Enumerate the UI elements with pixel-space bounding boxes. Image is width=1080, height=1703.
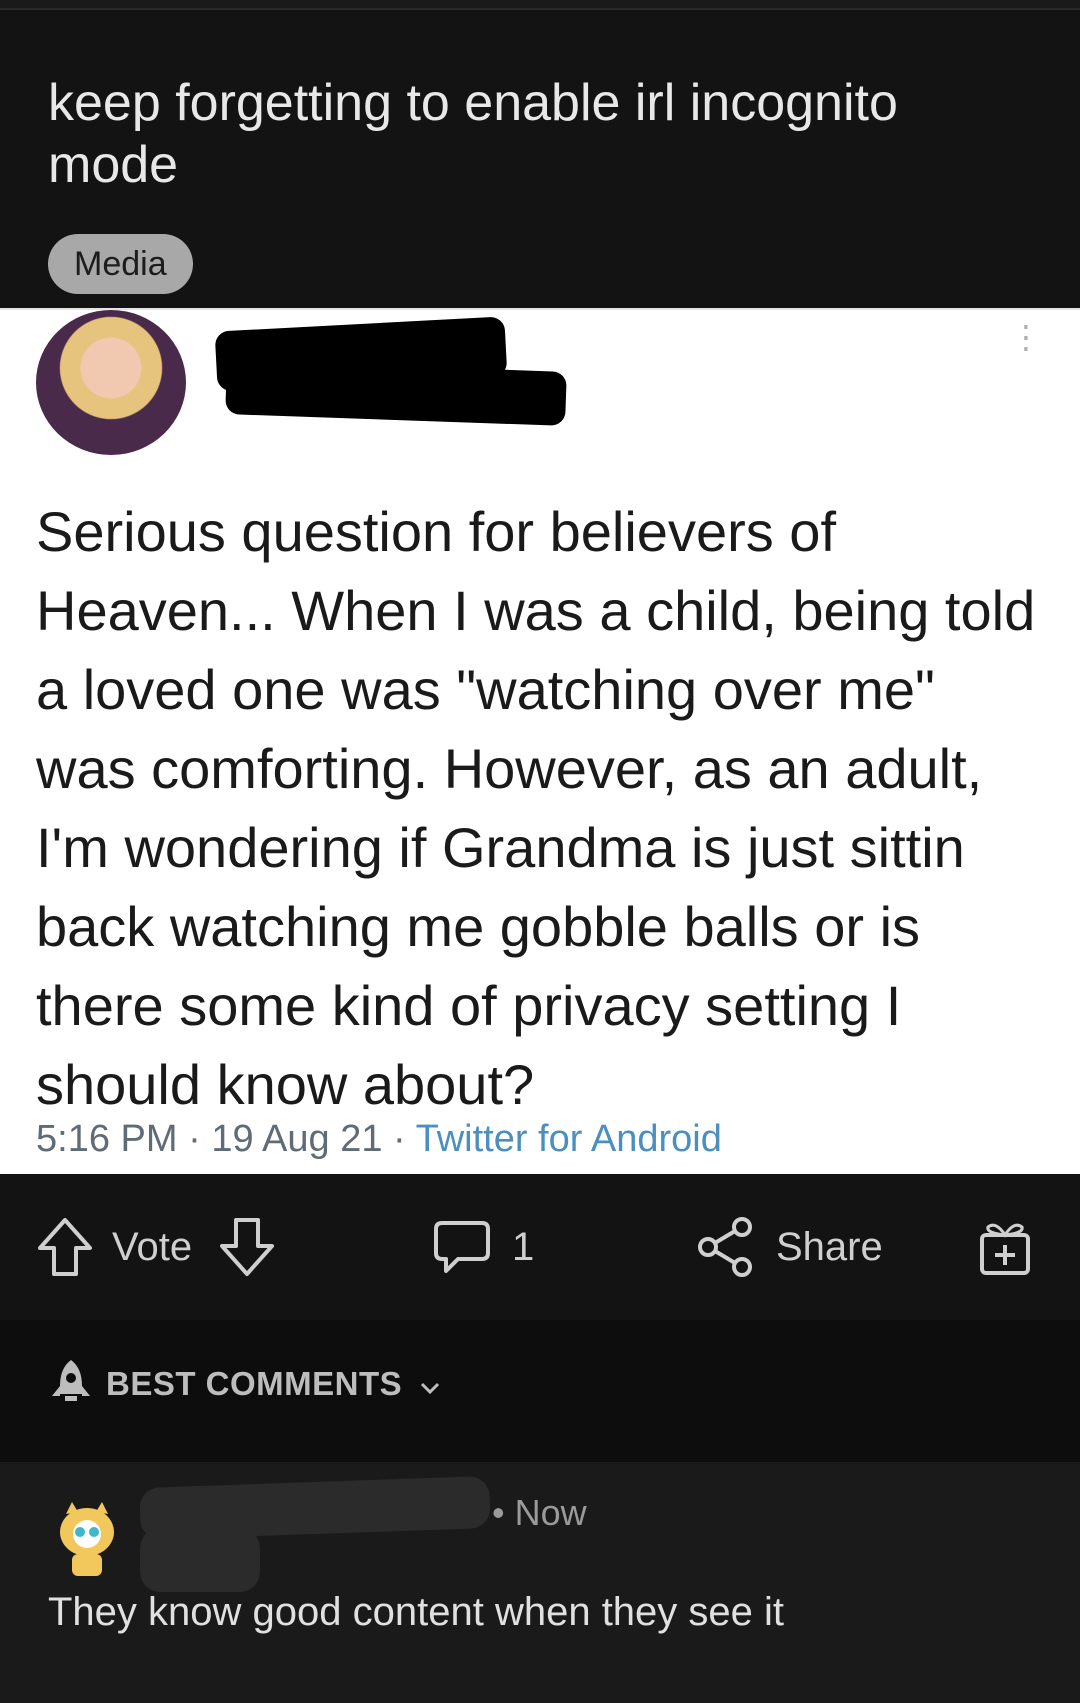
vote-label: Vote [112,1224,193,1269]
chevron-down-icon [420,1365,440,1403]
tweet-author-avatar [36,310,186,455]
commenter-avatar[interactable] [56,1498,118,1578]
comment-time: • Now [492,1492,587,1533]
post-header: keep forgetting to enable irl incognito … [0,10,1080,308]
post-action-bar: Vote 1 Share [0,1174,1080,1320]
flair-badge[interactable]: Media [48,234,193,294]
comment-body: They know good content when they see it [48,1590,785,1634]
post-title[interactable]: keep forgetting to enable irl incognito … [48,72,1008,196]
tweet-source: Twitter for Android [415,1118,722,1160]
vote-group: Vote [36,1174,276,1320]
rocket-icon [48,1356,94,1412]
gift-icon [976,1217,1034,1277]
tweet-time: 5:16 PM [36,1118,178,1160]
meta-separator: · [393,1118,406,1160]
downvote-icon[interactable] [218,1216,276,1278]
post-media-image[interactable]: ⋮ Serious question for believers of Heav… [0,308,1080,1176]
share-label: Share [776,1224,883,1269]
share-button[interactable]: Share [696,1174,883,1320]
comment-sort-dropdown[interactable]: BEST COMMENTS [48,1356,440,1412]
comment-icon [432,1217,492,1277]
redacted-username-2 [140,1528,260,1592]
award-button[interactable] [976,1174,1034,1320]
meta-separator: · [188,1118,201,1160]
comments-button[interactable]: 1 [432,1174,534,1320]
sort-label: BEST COMMENTS [106,1365,403,1402]
tweet-text: Serious question for believers of Heaven… [36,500,1036,1116]
comment-count: 1 [512,1224,535,1269]
comment-item: • Now They know good content when they s… [0,1462,1080,1703]
more-options-icon: ⋮ [1010,319,1042,355]
tweet-meta: 5:16 PM · 19 Aug 21 · Twitter for Androi… [36,1118,722,1161]
redacted-handle [225,360,567,426]
tweet-date: 19 Aug 21 [211,1118,383,1160]
upvote-icon[interactable] [36,1216,94,1278]
top-strip [0,0,1080,10]
share-icon [696,1217,754,1277]
